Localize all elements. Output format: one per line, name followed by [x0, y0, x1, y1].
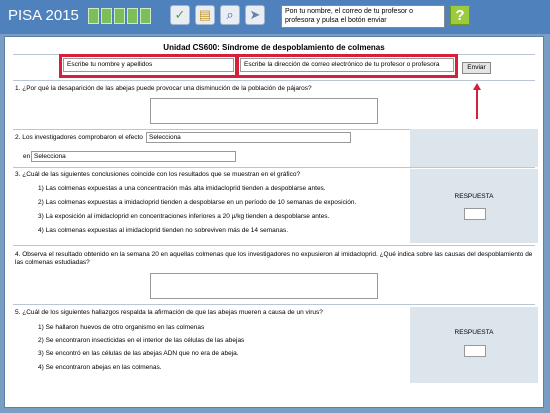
q5-option-1: 1) Se hallaron huevos de otro organismo … — [38, 324, 205, 331]
progress-segment — [140, 8, 151, 24]
divider — [13, 245, 535, 246]
instructions-box: Pon tu nombre, el correo de tu profesor … — [281, 5, 445, 28]
response-input-3[interactable] — [464, 208, 486, 220]
check-icon[interactable]: ✓ — [170, 5, 190, 25]
send-button[interactable]: Enviar — [462, 62, 491, 74]
q3-option-4: 4) Las colmenas expuestas al imidaclopri… — [38, 227, 289, 234]
progress-segment — [101, 8, 112, 24]
name-input[interactable]: Escribe tu nombre y apellidos — [63, 58, 234, 72]
select-target[interactable]: Selecciona — [31, 151, 236, 162]
email-input[interactable]: Escribe la dirección de correo electróni… — [240, 58, 454, 72]
unit-title: Unidad CS600: Síndrome de despoblamiento… — [163, 43, 385, 52]
q5-option-2: 2) Se encontraron insecticidas en el int… — [38, 337, 245, 344]
q5-option-3: 3) Se encontró en las células de las abe… — [38, 350, 239, 357]
answer-4-textarea[interactable] — [150, 273, 378, 299]
q3-option-1: 1) Las colmenas expuestas a una concentr… — [38, 185, 326, 192]
response-panel-3 — [410, 169, 538, 243]
progress-segment — [114, 8, 125, 24]
divider — [13, 80, 535, 81]
divider — [13, 304, 535, 305]
arrow-up-icon — [473, 83, 481, 119]
send-icon[interactable]: ➤ — [245, 5, 265, 25]
question-2: 2. Los investigadores comprobaron el efe… — [15, 134, 143, 141]
question-2-prefix: en — [23, 153, 31, 160]
progress-segment — [88, 8, 99, 24]
response-label-3: RESPUESTA — [454, 193, 494, 200]
progress-segment — [127, 8, 138, 24]
help-icon[interactable]: ? — [450, 5, 470, 25]
top-bar: PISA 2015 ✓ ▤ ⌕ ➤ Pon tu nombre, el corr… — [0, 0, 550, 34]
question-4: 4. Observa el resultado obtenido en la s… — [15, 251, 533, 266]
folder-icon[interactable]: ▤ — [195, 5, 215, 25]
magnify-icon[interactable]: ⌕ — [220, 5, 240, 25]
q3-option-3: 3) La exposición al imidacloprid en conc… — [38, 213, 330, 220]
answer-1-textarea[interactable] — [150, 98, 378, 124]
question-1: 1. ¿Por qué la desaparición de las abeja… — [15, 85, 312, 92]
q5-option-4: 4) Se encontraron abejas en las colmenas… — [38, 364, 162, 371]
response-input-5[interactable] — [464, 345, 486, 357]
side-panel — [410, 129, 538, 167]
q3-option-2: 2) Las colmenas expuestas a imidacloprid… — [38, 199, 357, 206]
progress-bar — [88, 8, 151, 24]
response-label-5: RESPUESTA — [454, 329, 494, 336]
question-5: 5. ¿Cuál de los siguientes hallazgos res… — [15, 309, 323, 316]
divider — [13, 167, 535, 168]
select-effect[interactable]: Selecciona — [146, 132, 351, 143]
question-3: 3. ¿Cuál de las siguientes conclusiones … — [15, 171, 301, 178]
app-title: PISA 2015 — [8, 7, 79, 24]
question-panel: Unidad CS600: Síndrome de despoblamiento… — [4, 36, 544, 408]
